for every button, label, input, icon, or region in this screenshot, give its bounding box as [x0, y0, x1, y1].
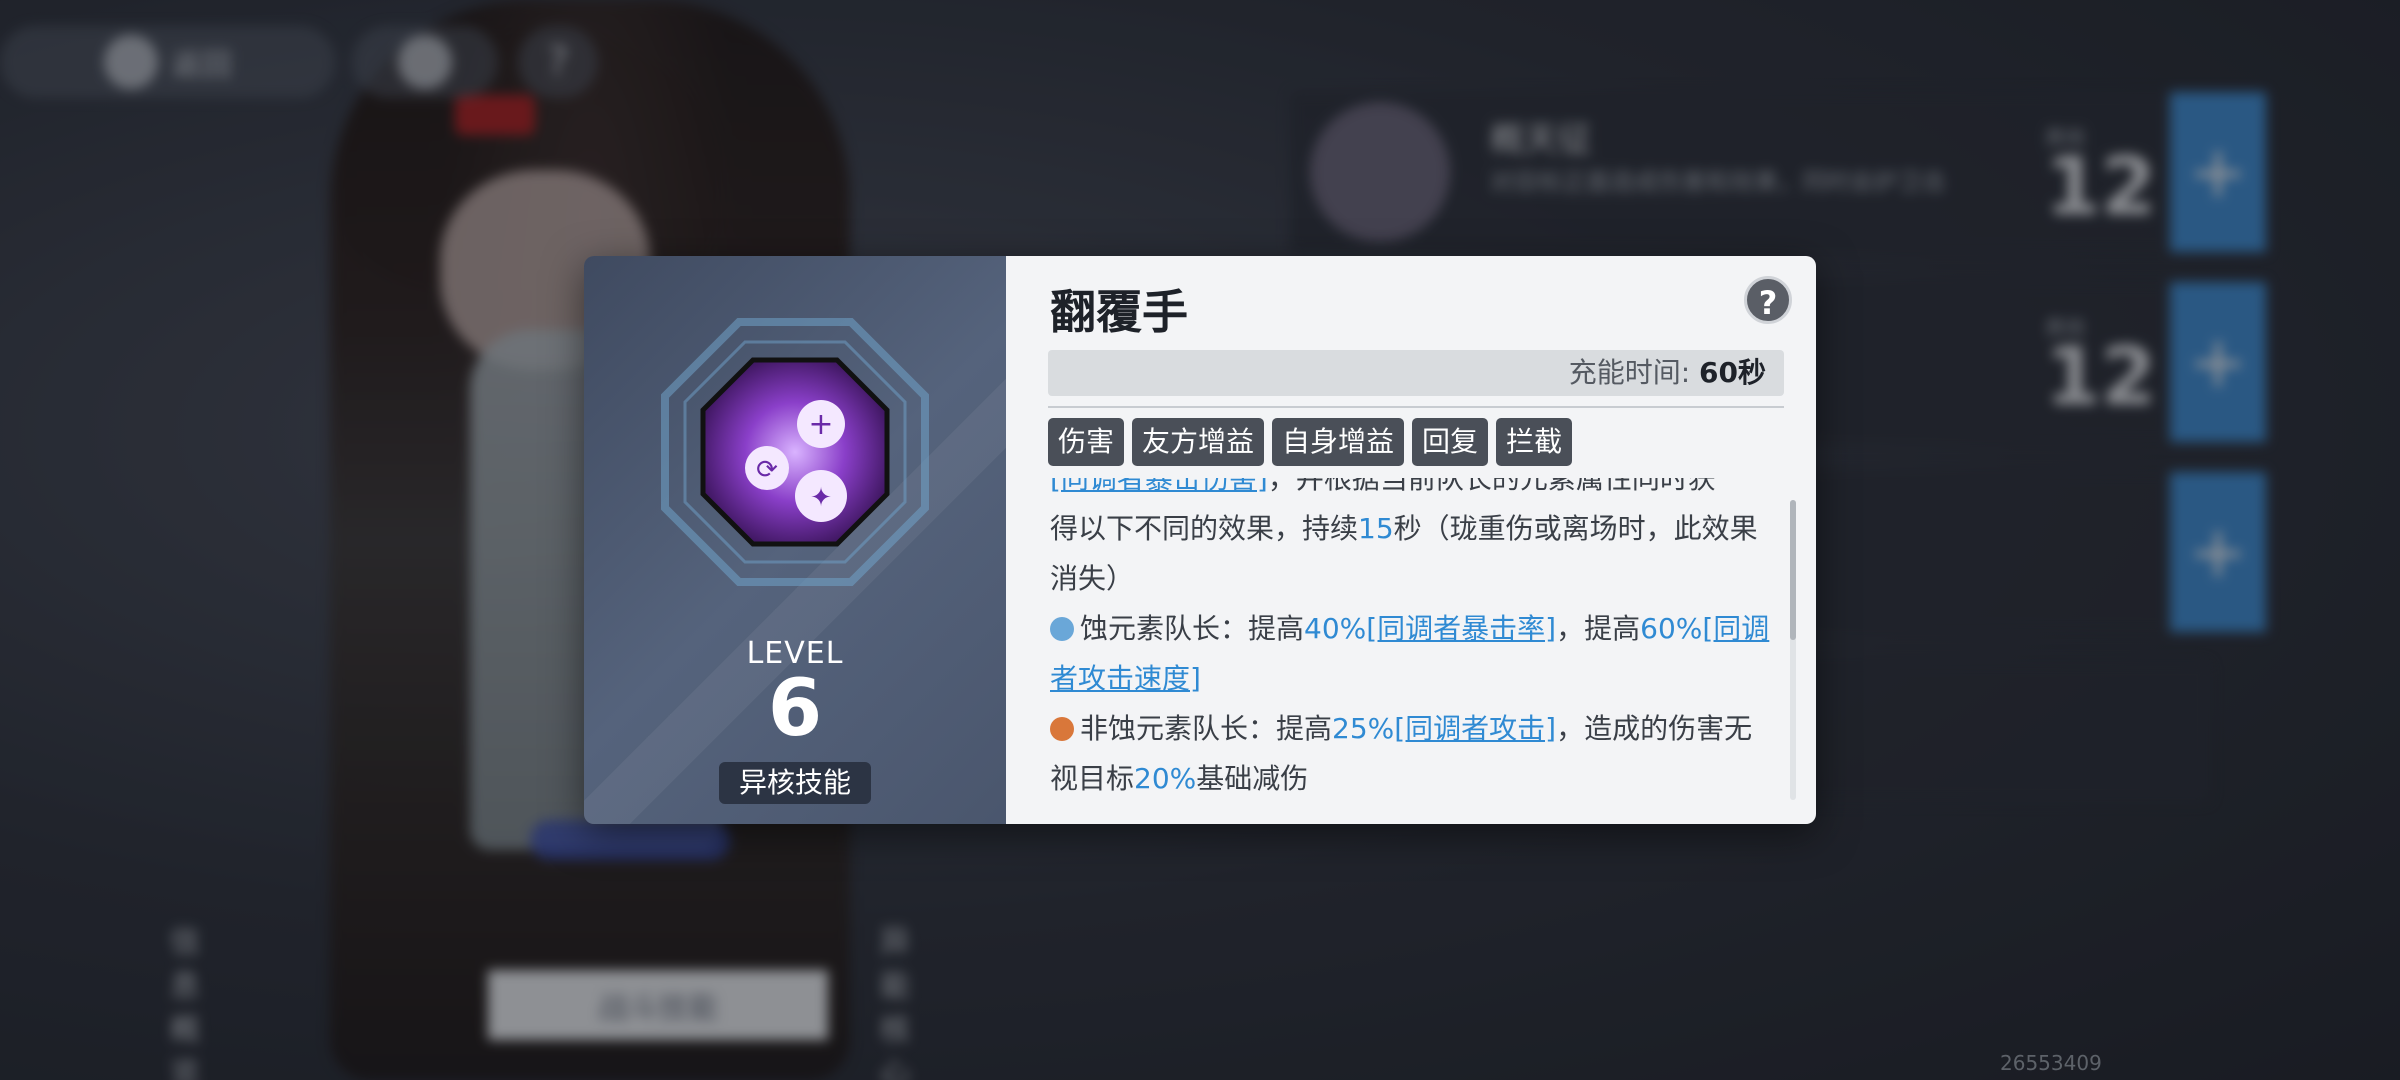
non-corrosion-element-icon	[1050, 717, 1074, 741]
desc-text: ，提高	[1556, 612, 1641, 645]
description-scrollbar[interactable]	[1790, 500, 1796, 800]
desc-value: 20%	[1134, 762, 1197, 795]
desc-text: ，并根据当前队长的元素属性同时获	[1267, 478, 1716, 495]
question-icon: ?	[1758, 284, 1778, 322]
charge-time-bar: 充能时间: 60秒	[1048, 350, 1784, 396]
scroll-thumb[interactable]	[1790, 500, 1796, 640]
corrosion-element-icon	[1050, 617, 1074, 641]
tag-heal: 回复	[1412, 418, 1489, 466]
skill-info-content: 翻覆手 ? 充能时间: 60秒 伤害 友方增益 自身增益 回复 拦截 [同调者暴…	[584, 256, 1816, 824]
help-button[interactable]: ?	[1744, 276, 1792, 324]
tag-intercept: 拦截	[1496, 418, 1573, 466]
term-link[interactable]: [同调者攻击]	[1394, 712, 1556, 745]
skill-tags: 伤害 友方增益 自身增益 回复 拦截	[1048, 418, 1573, 466]
charge-time: 充能时间: 60秒	[1569, 350, 1766, 396]
desc-text: 蚀元素队长：提高	[1080, 612, 1305, 645]
charge-time-value: 60秒	[1699, 356, 1766, 389]
charge-time-label: 充能时间:	[1568, 356, 1691, 389]
tag-ally-buff: 友方增益	[1132, 418, 1265, 466]
tag-damage: 伤害	[1048, 418, 1125, 466]
term-link[interactable]: [同调者暴击伤害]	[1050, 478, 1268, 495]
divider	[1048, 406, 1784, 408]
desc-text: 基础减伤	[1196, 762, 1309, 795]
desc-value: 15	[1358, 512, 1394, 545]
tag-self-buff: 自身增益	[1272, 418, 1405, 466]
skill-description[interactable]: [同调者暴击伤害]，并根据当前队长的元素属性同时获 得以下不同的效果，持续15秒…	[1050, 478, 1774, 814]
desc-value: 25%	[1332, 712, 1395, 745]
desc-text: 非蚀元素队长：提高	[1080, 712, 1333, 745]
desc-value: 60%	[1640, 612, 1703, 645]
skill-title: 翻覆手	[1050, 285, 1188, 339]
desc-value: 40%	[1304, 612, 1367, 645]
term-link[interactable]: [同调者暴击率]	[1366, 612, 1556, 645]
desc-text: 得以下不同的效果，持续	[1050, 512, 1359, 545]
